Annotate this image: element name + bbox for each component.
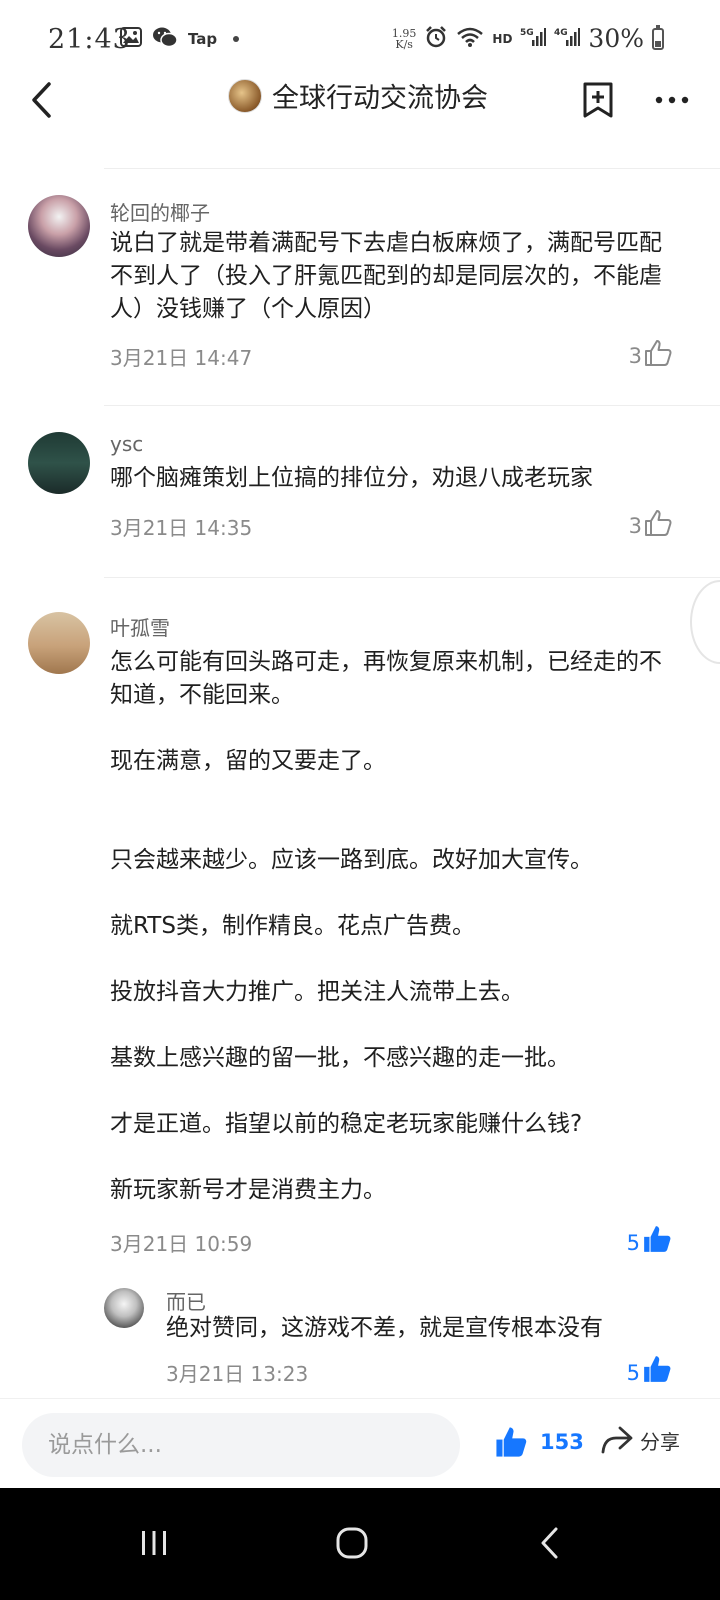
signal-5g-icon: 5G [520,26,547,52]
gallery-icon [120,27,142,51]
reply-time: 3月21日 13:23 [166,1362,309,1386]
more-notifications-dot [233,36,240,42]
like-button[interactable]: 5 [627,1224,672,1254]
wechat-icon [152,26,178,52]
nav-recents-icon [142,1531,166,1555]
wifi-icon [456,26,484,52]
comment-time: 3月21日 14:35 [110,516,253,540]
status-time: 21:43 [48,24,131,55]
tap-app-icon: Tap [188,30,218,48]
reply-text: 绝对赞同，这游戏不差，就是宣传根本没有 [166,1315,603,1341]
back-button[interactable] [20,78,64,122]
thumbs-up-icon [645,510,672,536]
comment-author[interactable]: ysc [110,432,143,456]
divider [104,577,720,578]
more-icon [655,96,689,104]
post-like-button[interactable]: 153 [494,1425,584,1459]
like-button[interactable]: 3 [629,509,672,537]
like-count: 5 [626,1231,640,1255]
bookmark-icon [583,82,613,118]
reply-author[interactable]: 而已 [166,1286,206,1315]
status-notification-icons: Tap [120,26,240,52]
back-icon [32,82,51,118]
battery-percent: 30% [588,24,644,53]
comment-time: 3月21日 14:47 [110,346,253,370]
divider [104,168,720,169]
comment-text: 说白了就是带着满配号下去虐白板麻烦了，满配号匹配不到人了（投入了肝氪匹配到的却是… [110,230,662,322]
comment-input[interactable] [22,1413,460,1477]
network-speed: 1.95 K/s [391,26,417,51]
like-button[interactable]: 5 [627,1354,672,1384]
top-app-bar: 全球行动交流协会 [0,70,720,130]
avatar[interactable] [28,195,90,257]
share-icon [601,1426,633,1454]
comment-input-container[interactable] [22,1413,460,1477]
nav-home-icon [336,1527,368,1559]
share-label: 分享 [640,1429,680,1454]
thumbs-up-icon [644,1356,671,1382]
like-count: 3 [628,344,642,368]
thumbs-up-icon [496,1427,527,1457]
bookmark-button[interactable] [578,78,618,122]
comment-time: 3月21日 10:59 [110,1232,253,1256]
svg-text:5G: 5G [520,28,534,38]
comment-text: 哪个脑瘫策划上位搞的排位分，劝退八成老玩家 [110,465,593,491]
group-title-area[interactable]: 全球行动交流协会 [228,76,488,115]
group-avatar [228,78,262,113]
alarm-icon [424,25,448,53]
divider [104,405,720,406]
like-count: 5 [626,1361,640,1385]
thumbs-up-icon [644,1226,671,1252]
nav-home-button[interactable] [322,1518,382,1568]
svg-text:4G: 4G [554,28,568,38]
battery-icon [652,24,664,50]
post-like-count: 153 [540,1430,584,1454]
like-count: 3 [628,514,642,538]
nav-back-button[interactable] [520,1518,580,1568]
more-options-button[interactable] [650,78,694,122]
comment-text: 怎么可能有回头路可走，再恢复原来机制，已经走的不知道，不能回来。 现在满意，留的… [110,649,662,1203]
thumbs-up-icon [645,340,672,366]
status-bar: 21:43 Tap 1.95 K/s HD 5G 4G 30% [0,0,720,80]
share-button[interactable]: 分享 [600,1425,680,1455]
hd-voice-label: HD [492,31,513,46]
avatar[interactable] [28,612,90,674]
page-title: 全球行动交流协会 [272,83,488,114]
comment-author[interactable]: 叶孤雪 [110,612,170,641]
floating-side-handle[interactable] [690,580,720,664]
comment-author[interactable]: 轮回的椰子 [110,197,210,226]
comment-input-bar: 153 分享 [0,1398,720,1488]
signal-4g-icon: 4G [554,26,581,52]
like-button[interactable]: 3 [629,339,672,367]
nav-recents-button[interactable] [124,1518,184,1568]
avatar[interactable] [104,1288,144,1328]
nav-back-icon [541,1527,558,1559]
avatar[interactable] [28,432,90,494]
status-system-icons: 1.95 K/s HD 5G 4G 30% [392,24,664,53]
system-navigation-bar [0,1488,720,1600]
